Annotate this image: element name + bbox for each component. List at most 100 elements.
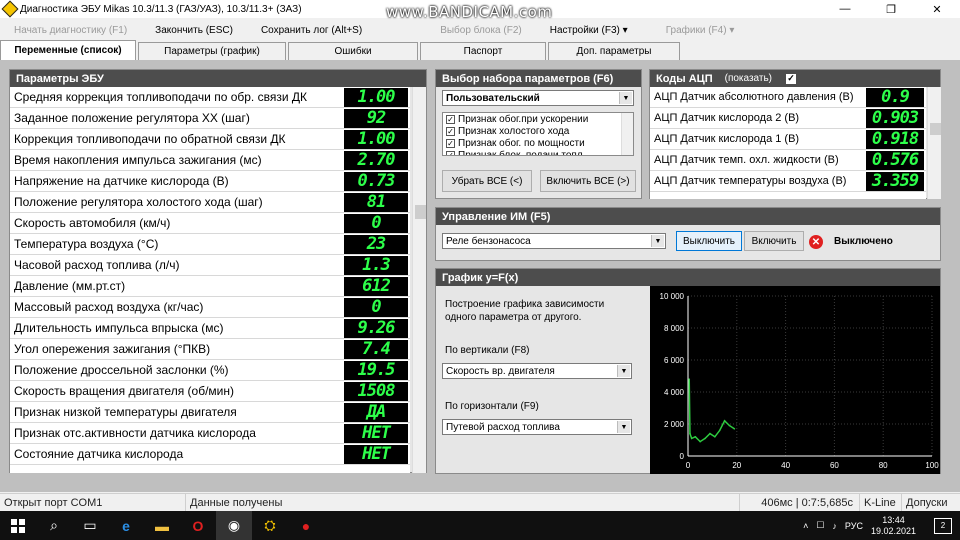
graph-title: График y=F(x) — [436, 269, 940, 286]
table-row[interactable]: Напряжение на датчике кислорода (В) 0.73 — [10, 171, 410, 192]
param-name: Длительность импульса впрыска (мс) — [14, 321, 224, 335]
chevron-down-icon[interactable]: ▼ — [617, 365, 630, 377]
table-row[interactable]: Температура воздуха (°С) 23 — [10, 234, 410, 255]
horizontal-param-select[interactable]: Путевой расход топлива ▼ — [442, 419, 632, 435]
param-name: Признак отс.активности датчика кислорода — [14, 426, 256, 440]
menu-start-diagnostics[interactable]: Начать диагностику (F1) — [0, 25, 141, 36]
chevron-down-icon[interactable]: ▼ — [617, 421, 630, 433]
table-row[interactable]: Признак отс.активности датчика кислорода… — [10, 423, 410, 444]
param-value: НЕТ — [344, 444, 408, 464]
keyboard-language[interactable]: РУС — [845, 521, 863, 531]
error-icon: ✕ — [809, 235, 823, 249]
data-point — [714, 436, 716, 438]
list-item[interactable]: ✓ Признак холостого хода — [443, 125, 633, 137]
table-row[interactable]: АЦП Датчик абсолютного давления (В) 0.9 — [650, 87, 926, 108]
search-icon[interactable]: ⌕ — [36, 511, 72, 540]
edge-browser-icon[interactable]: e — [108, 511, 144, 540]
list-item[interactable]: ✓ Признак блок. подачи топл. — [443, 149, 633, 155]
clock[interactable]: 13:44 19.02.2021 — [871, 515, 924, 537]
tab-params-graph[interactable]: Параметры (график) — [138, 42, 286, 60]
menu-finish[interactable]: Закончить (ESC) — [141, 25, 247, 36]
data-point — [718, 429, 721, 432]
table-row[interactable]: Состояние датчика кислорода НЕТ — [10, 444, 410, 465]
adc-scrollbar[interactable] — [927, 87, 941, 199]
tab-extra-params[interactable]: Доп. параметры — [548, 42, 680, 60]
list-item[interactable]: ✓ Признак обог.при ускорении — [443, 113, 633, 125]
table-row[interactable]: Признак низкой температуры двигателя ДА — [10, 402, 410, 423]
adc-name: АЦП Датчик абсолютного давления (В) — [654, 91, 854, 103]
table-row[interactable]: Положение регулятора холостого хода (шаг… — [10, 192, 410, 213]
table-row[interactable]: Скорость вращения двигателя (об/мин) 1508 — [10, 381, 410, 402]
maximize-button[interactable]: ❐ — [868, 0, 914, 18]
file-explorer-icon[interactable]: ▬ — [144, 511, 180, 540]
table-row[interactable]: Часовой расход топлива (л/ч) 1.3 — [10, 255, 410, 276]
table-row[interactable]: Заданное положение регулятора ХХ (шаг) 92 — [10, 108, 410, 129]
ecu-params-scrollbar[interactable] — [412, 87, 426, 473]
checkbox[interactable]: ✓ — [446, 150, 455, 155]
param-set-select[interactable]: Пользовательский ▼ — [442, 90, 634, 106]
param-value: 1.00 — [344, 87, 408, 107]
checkbox-label: Признак обог.при ускорении — [458, 113, 589, 125]
chevron-down-icon[interactable]: ▼ — [651, 235, 664, 247]
engine-check-icon[interactable]: ⛭ — [252, 511, 288, 540]
windows-start-icon[interactable] — [0, 511, 36, 540]
table-row[interactable]: Угол опережения зажигания (°ПКВ) 7.4 — [10, 339, 410, 360]
menu-settings[interactable]: Настройки (F3) ▾ — [536, 25, 642, 36]
status-timing: 406мс | 0:7:5,685с — [740, 494, 860, 512]
menu-save-log[interactable]: Сохранить лог (Alt+S) — [247, 25, 376, 36]
param-value: 1508 — [344, 381, 408, 401]
table-row[interactable]: Давление (мм.рт.ст) 612 — [10, 276, 410, 297]
bandicam-record-icon[interactable]: ● — [288, 511, 324, 540]
turn-off-button[interactable]: Выключить — [676, 231, 742, 251]
vertical-param-select[interactable]: Скорость вр. двигателя ▼ — [442, 363, 632, 379]
scroll-thumb[interactable] — [415, 205, 426, 219]
table-row[interactable]: Скорость автомобиля (км/ч) 0 — [10, 213, 410, 234]
tab-variables-list[interactable]: Переменные (список) — [0, 40, 136, 60]
diagnostic-app-icon[interactable]: ◉ — [216, 511, 252, 540]
opera-browser-icon[interactable]: O — [180, 511, 216, 540]
adc-title: Коды АЦП — [656, 72, 713, 85]
network-icon[interactable]: ☐ — [816, 520, 824, 531]
turn-on-button[interactable]: Включить — [744, 231, 804, 251]
table-row[interactable]: Массовый расход воздуха (кг/час) 0 — [10, 297, 410, 318]
x-tick-label: 0 — [686, 461, 691, 470]
task-view-icon[interactable]: ▭ — [72, 511, 108, 540]
notifications-icon[interactable]: 2 — [934, 517, 952, 534]
tab-errors[interactable]: Ошибки — [288, 42, 418, 60]
chevron-down-icon[interactable]: ▼ — [619, 92, 632, 104]
param-name: Коррекция топливоподачи по обратной связ… — [14, 132, 286, 146]
checkbox[interactable]: ✓ — [446, 138, 455, 148]
add-all-button[interactable]: Включить ВСЕ (>) — [540, 170, 636, 192]
list-item[interactable]: ✓ Признак обог. по мощности — [443, 137, 633, 149]
remove-all-button[interactable]: Убрать ВСЕ (<) — [442, 170, 532, 192]
data-point — [688, 378, 691, 380]
menu-select-block[interactable]: Выбор блока (F2) — [426, 25, 536, 36]
adc-name: АЦП Датчик температуры воздуха (В) — [654, 175, 847, 187]
param-value: 2.70 — [344, 150, 408, 170]
param-name: Давление (мм.рт.ст) — [14, 279, 126, 293]
data-point — [704, 437, 706, 440]
tab-passport[interactable]: Паспорт — [420, 42, 546, 60]
volume-icon[interactable]: ♪ — [832, 521, 837, 531]
table-row[interactable]: АЦП Датчик темп. охл. жидкости (В) 0.576 — [650, 150, 926, 171]
table-row[interactable]: АЦП Датчик кислорода 1 (В) 0.918 — [650, 129, 926, 150]
table-row[interactable]: Положение дроссельной заслонки (%) 19.5 — [10, 360, 410, 381]
tray-arrow-icon[interactable]: ˄ — [803, 521, 808, 531]
param-name: Положение дроссельной заслонки (%) — [14, 363, 229, 377]
table-row[interactable]: Время накопления импульса зажигания (мс)… — [10, 150, 410, 171]
actuator-select[interactable]: Реле бензонасоса ▼ — [442, 233, 666, 249]
table-row[interactable]: Средняя коррекция топливоподачи по обр. … — [10, 87, 410, 108]
checkbox[interactable]: ✓ — [446, 126, 455, 136]
table-row[interactable]: АЦП Датчик кислорода 2 (В) 0.903 — [650, 108, 926, 129]
close-button[interactable]: ✕ — [914, 0, 960, 18]
checklist-scrollbar[interactable] — [621, 113, 633, 155]
minimize-button[interactable]: — — [822, 0, 868, 18]
table-row[interactable]: Коррекция топливоподачи по обратной связ… — [10, 129, 410, 150]
table-row[interactable]: Длительность импульса впрыска (мс) 9.26 — [10, 318, 410, 339]
checkbox[interactable]: ✓ — [446, 114, 455, 124]
adc-scroll-thumb[interactable] — [930, 123, 941, 135]
adc-show-checkbox[interactable]: ✓ — [786, 73, 797, 84]
table-row[interactable]: АЦП Датчик температуры воздуха (В) 3.359 — [650, 171, 926, 192]
param-set-panel: Выбор набора параметров (F6) Пользовател… — [435, 69, 642, 199]
menu-graphs[interactable]: Графики (F4) ▾ — [652, 25, 749, 36]
